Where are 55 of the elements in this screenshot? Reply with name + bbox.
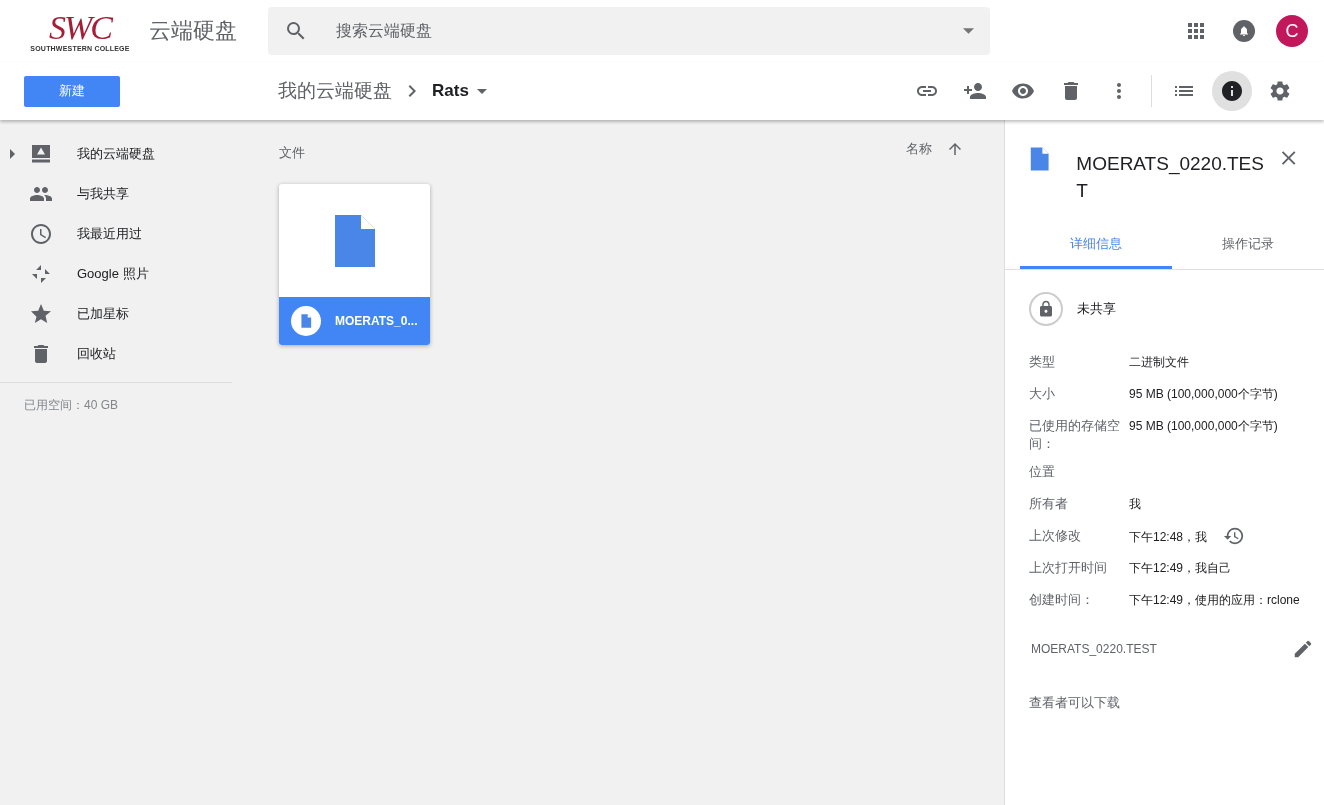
sidebar-item[interactable]: Google 照片 — [0, 254, 232, 294]
info-icon — [1220, 79, 1244, 103]
sidebar-item[interactable]: 我最近用过 — [0, 214, 232, 254]
file-type-icon — [291, 306, 321, 336]
property-label: 所有者 — [1029, 495, 1069, 513]
storage-used-text: 已用空间：40 GB — [23, 397, 120, 414]
file-card[interactable]: MOERATS_0... — [279, 184, 430, 345]
property-value: 95 MB (100,000,000个字节) — [1129, 386, 1278, 403]
file-icon — [1029, 146, 1051, 172]
property-value: 下午12:49，我自己 — [1129, 560, 1232, 577]
property-label: 位置 — [1029, 463, 1056, 481]
details-tab[interactable]: 详细信息 — [1020, 221, 1172, 269]
drive-icon — [29, 142, 53, 166]
details-tab[interactable]: 操作记录 — [1172, 221, 1324, 269]
sidebar-item[interactable]: 我的云端硬盘 — [0, 134, 232, 174]
property-label: 创建时间： — [1029, 591, 1095, 609]
sort-button[interactable]: 名称 — [906, 140, 932, 158]
property-value: 二进制文件 — [1129, 354, 1189, 371]
download-permission-text: 查看者可以下载 — [1028, 694, 1121, 712]
description-text: MOERATS_0220.TEST — [1031, 642, 1158, 656]
property-value: 95 MB (100,000,000个字节) — [1129, 418, 1278, 435]
property-label: 类型 — [1029, 353, 1056, 371]
property-value: 下午12:48，我 — [1129, 529, 1208, 546]
account-avatar[interactable]: C — [1276, 15, 1308, 47]
details-title: MOERATS_0220.TEST — [1076, 152, 1265, 203]
app-title: 云端硬盘 — [149, 17, 238, 45]
details-button[interactable] — [1212, 71, 1252, 111]
new-button[interactable]: 新建 — [24, 75, 120, 107]
dropdown-caret-icon — [963, 28, 974, 34]
more-icon — [1116, 82, 1122, 100]
dropdown-caret-icon — [476, 88, 487, 94]
search-input[interactable]: 搜索云端硬盘 — [334, 21, 963, 41]
sidebar-item[interactable]: 回收站 — [0, 334, 232, 374]
section-label: 文件 — [279, 144, 305, 162]
breadcrumb-item[interactable]: 我的云端硬盘 — [278, 78, 392, 104]
history-icon[interactable] — [1223, 525, 1246, 547]
notifications-icon[interactable] — [1232, 19, 1256, 43]
property-label: 上次修改 — [1029, 527, 1082, 545]
breadcrumb-item[interactable]: Rats — [432, 81, 487, 101]
property-label: 大小 — [1029, 385, 1056, 403]
sidebar-item[interactable]: 与我共享 — [0, 174, 232, 214]
sharing-status: 未共享 — [1077, 300, 1116, 318]
property-value: 下午12:49，使用的应用：rclone — [1129, 592, 1300, 609]
property-label: 上次打开时间 — [1029, 559, 1108, 577]
clock-icon — [29, 222, 53, 246]
property-value: 我 — [1129, 496, 1141, 513]
star-icon — [29, 302, 53, 326]
edit-icon[interactable] — [1292, 638, 1314, 660]
property-label: 已使用的存储空间： — [1029, 417, 1121, 453]
lock-icon — [1029, 292, 1063, 326]
sidebar-item[interactable]: 已加星标 — [0, 294, 232, 334]
expand-arrow-icon[interactable] — [10, 149, 15, 159]
search-field[interactable]: 搜索云端硬盘 — [268, 7, 990, 55]
file-name: MOERATS_0... — [335, 314, 418, 328]
settings-icon — [1268, 79, 1292, 103]
